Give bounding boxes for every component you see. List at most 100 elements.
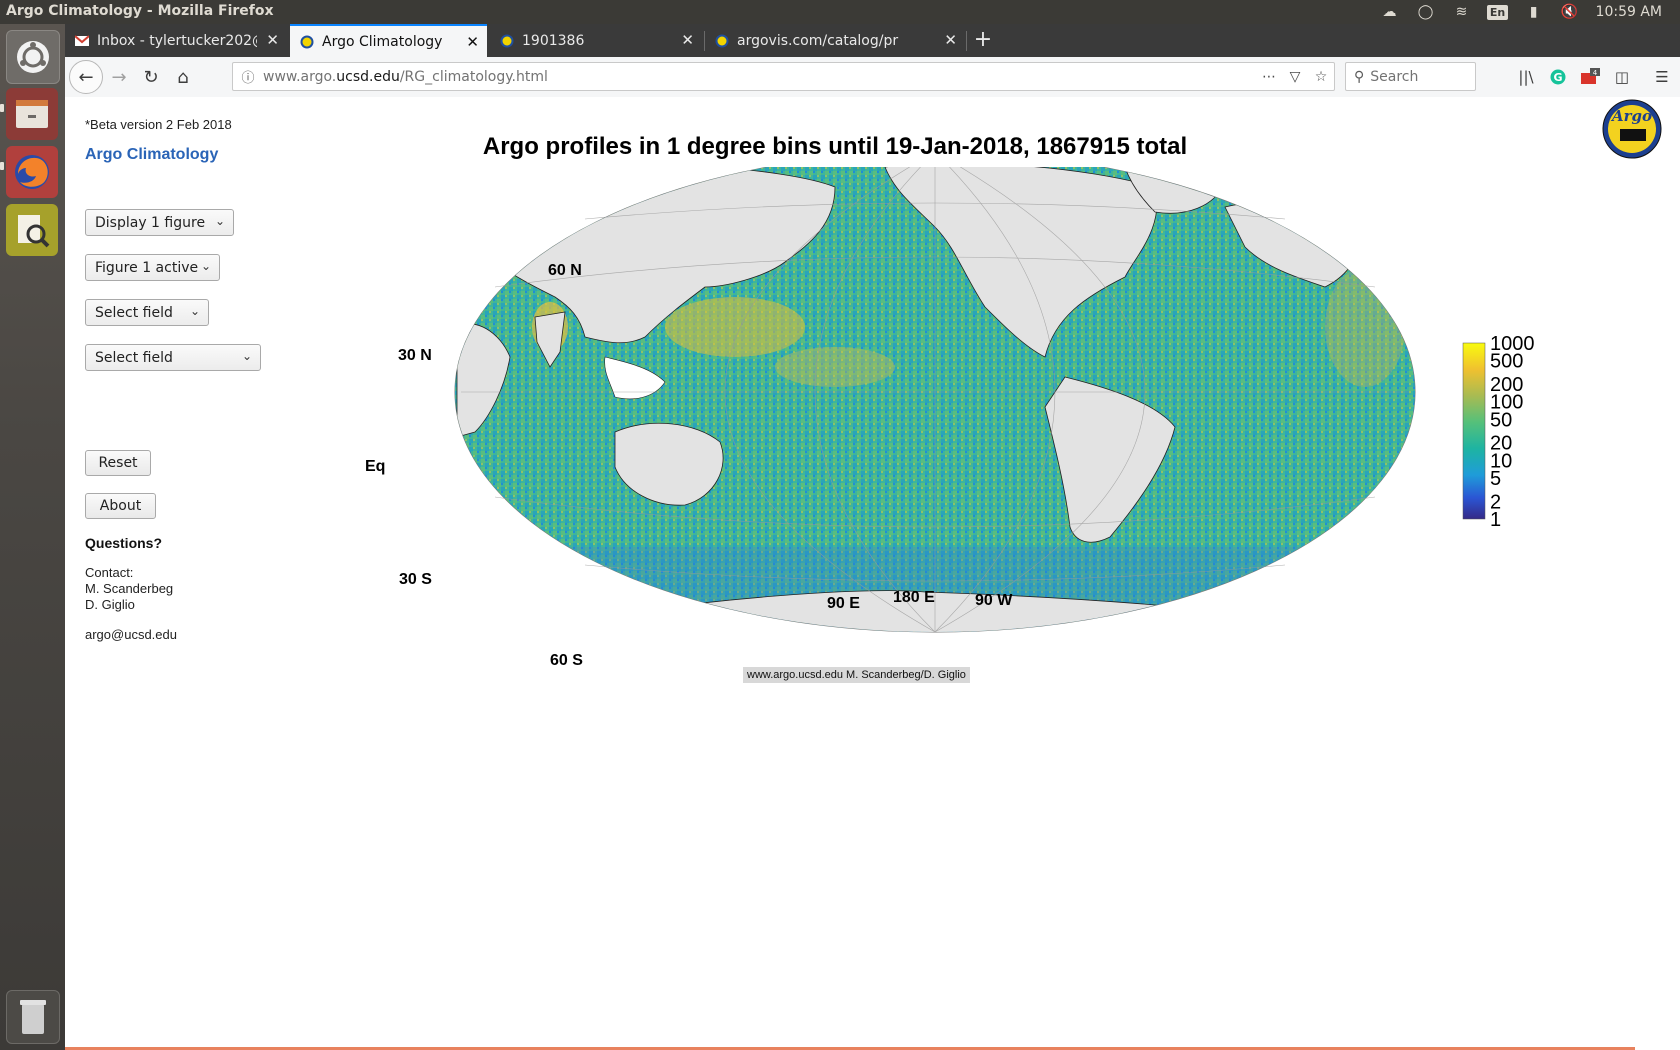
colorbar-gradient [1462,342,1486,520]
colorbar-tick-label: 5 [1490,468,1501,490]
select-value: Figure 1 active [95,259,199,276]
pocket-icon[interactable]: ▽ [1282,69,1308,85]
bookmark-star-icon[interactable]: ☆ [1308,69,1334,85]
arrow-left-icon: ← [78,66,94,88]
close-tab-icon[interactable]: ✕ [466,33,479,51]
page-actions-icon[interactable]: ⋯ [1256,69,1282,85]
contact-name: D. Giglio [85,597,135,612]
contact-name: M. Scanderbeg [85,581,174,596]
colorbar-tick-label: 50 [1490,409,1512,431]
keyboard-layout-label: En [1486,4,1509,20]
trash-launcher-button[interactable] [6,990,60,1044]
active-figure-select[interactable]: Figure 1 active ⌄ [85,254,220,281]
grammarly-icon[interactable]: G [1547,67,1569,87]
site-info-icon[interactable]: ⓘ [233,67,263,86]
contact-email[interactable]: argo@ucsd.edu [85,627,177,642]
browser-tab-strip: Inbox - tylertucker202@ ✕ Argo Climatolo… [65,24,1680,57]
close-tab-icon[interactable]: ✕ [266,31,279,49]
battery-icon[interactable]: ▮ [1516,0,1552,24]
files-launcher-button[interactable] [6,88,58,140]
magnifier-document-icon [18,215,50,248]
chevron-down-icon: ⌄ [189,304,200,318]
about-button[interactable]: About [85,493,156,519]
tab-label: Argo Climatology [322,33,443,50]
lat-label: 60 S [550,652,583,667]
search-icon: ⚲ [1354,68,1365,85]
lon-label: 90 E [827,595,860,612]
url-bar[interactable]: ⓘ www.argo.ucsd.edu/RG_climatology.html … [232,62,1335,91]
sidebar-toggle-icon[interactable]: ◫ [1611,67,1633,87]
new-tab-button[interactable]: + [968,26,998,56]
tab-argovis-catalog[interactable]: argovis.com/catalog/pr ✕ [705,24,965,57]
url-prefix: www.argo. [263,68,337,85]
search-bar[interactable]: ⚲ Search [1345,62,1476,91]
lightbulb-icon[interactable]: ◯ [1408,0,1444,24]
tab-argo-climatology[interactable]: Argo Climatology ✕ [290,24,487,57]
tab-1901386[interactable]: 1901386 ✕ [490,24,702,57]
field-select-2[interactable]: Select field ⌄ [85,344,261,371]
arrow-right-icon: → [111,66,127,88]
page-content: *Beta version 2 Feb 2018 Argo Climatolog… [65,97,1680,1050]
gmail-icon [75,34,89,46]
argo-favicon [500,34,514,47]
url-path: /RG_climatology.html [399,68,548,85]
wifi-icon[interactable]: ≋ [1444,0,1480,24]
tab-inbox[interactable]: Inbox - tylertucker202@ ✕ [65,24,287,57]
beta-note: *Beta version 2 Feb 2018 [85,117,232,132]
figure-credit: www.argo.ucsd.edu M. Scanderbeg/D. Gigli… [743,667,970,683]
ubuntu-dash-button[interactable] [6,30,60,84]
close-tab-icon[interactable]: ✕ [681,31,694,49]
reset-button[interactable]: Reset [85,450,151,476]
lat-label: 60 N [548,262,582,279]
display-figures-select[interactable]: Display 1 figure ⌄ [85,209,234,236]
notification-count: 4 [1593,69,1598,77]
field-select-1[interactable]: Select field ⌄ [85,299,209,326]
keyboard-layout-indicator[interactable]: En [1480,0,1516,24]
ubuntu-logo-icon [17,41,49,73]
tab-label: argovis.com/catalog/pr [737,32,899,49]
trash-icon [20,1000,46,1034]
library-icon[interactable]: ||\ [1515,67,1537,87]
argo-favicon [715,34,729,47]
window-title: Argo Climatology - Mozilla Firefox [6,3,274,19]
close-tab-icon[interactable]: ✕ [944,31,957,49]
cloud-icon[interactable]: ☁ [1372,0,1408,24]
url-domain: ucsd.edu [336,68,400,85]
launcher-running-indicator [0,162,4,170]
colorbar-tick-label: 1 [1490,509,1501,531]
app-launcher [0,24,65,1050]
logo-text: Argo [1610,107,1652,125]
lat-label: 30 N [398,347,432,364]
tab-separator [966,31,967,51]
firefox-icon [15,155,49,189]
select-value: Select field [95,349,173,366]
search-placeholder: Search [1370,68,1419,85]
lon-label: 90 W [975,592,1013,609]
back-button[interactable]: ← [69,60,103,94]
site-title-link[interactable]: Argo Climatology [85,146,218,164]
browser-nav-bar: ← → ↻ ⌂ ⓘ www.argo.ucsd.edu/RG_climatolo… [65,57,1680,98]
launcher-active-indicator [0,104,4,112]
chevron-down-icon: ⌄ [200,259,211,273]
clock[interactable]: 10:59 AM [1588,4,1680,20]
system-tray: ☁ ◯ ≋ En ▮ 🔇 10:59 AM [1372,0,1680,24]
argo-logo[interactable]: Argo [1602,99,1662,159]
notifications-extension-icon[interactable]: 4 [1579,67,1601,87]
questions-heading: Questions? [85,535,163,551]
tab-label: Inbox - tylertucker202@ [97,32,257,49]
firefox-launcher-button[interactable] [6,146,58,198]
volume-muted-icon[interactable]: 🔇 [1552,0,1588,24]
contact-label: Contact: [85,565,134,580]
select-value: Select field [95,304,173,321]
image-viewer-launcher-button[interactable] [6,204,58,256]
file-cabinet-icon [16,100,48,128]
hamburger-menu-icon[interactable]: ☰ [1651,67,1673,87]
colorbar-tick-label: 500 [1490,351,1523,373]
lon-label: 180 E [893,589,935,606]
home-button[interactable]: ⌂ [167,61,199,93]
select-value: Display 1 figure [95,214,206,231]
reload-button[interactable]: ↻ [135,61,167,93]
argo-profile-map: 60 N 30 N Eq 30 S 60 S 10005002001005020… [365,167,1535,667]
lat-label: 30 S [399,571,432,588]
forward-button[interactable]: → [103,61,135,93]
